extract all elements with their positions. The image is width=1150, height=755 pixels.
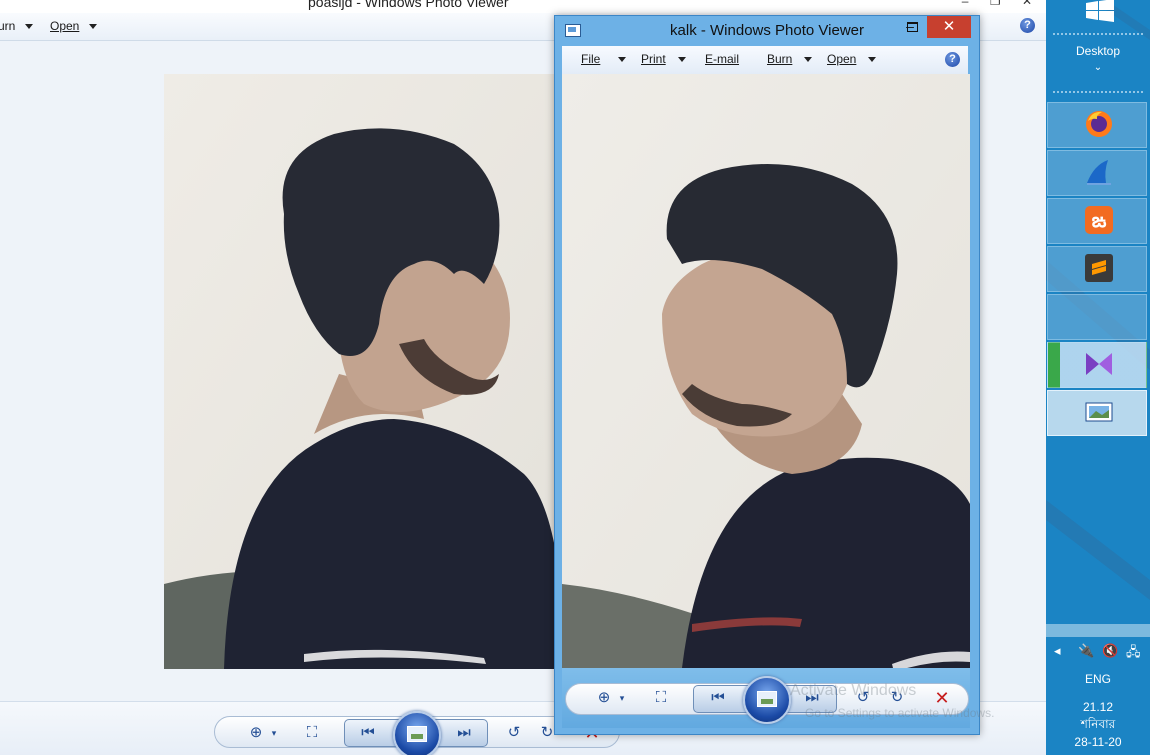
back-photo-image: [164, 74, 564, 669]
slideshow-icon: [407, 726, 427, 742]
back-minimize-button[interactable]: ‒: [962, 0, 969, 8]
chevron-down-icon: [677, 57, 686, 63]
menu-email[interactable]: E-mail: [705, 52, 739, 66]
back-menu-open[interactable]: Open: [50, 19, 98, 33]
slideshow-button[interactable]: [393, 711, 441, 755]
front-photo-image: [562, 74, 970, 668]
rotate-counterclockwise-icon[interactable]: ↺: [502, 723, 526, 743]
menu-file-label: File: [581, 52, 601, 66]
clock-date[interactable]: 28-11-20: [1046, 735, 1150, 749]
back-window-title: poasijd - Windows Photo Viewer: [308, 0, 509, 10]
slideshow-icon: [757, 691, 777, 707]
chevron-down-icon: [804, 57, 813, 63]
network-icon[interactable]: 🖧: [1126, 643, 1141, 665]
slideshow-button[interactable]: [743, 676, 791, 724]
maximize-button[interactable]: [907, 22, 918, 32]
svg-text:ఙ: ఙ: [1092, 208, 1107, 232]
front-menubar: File Print E-mail Burn Open ?: [562, 46, 968, 75]
clock-day[interactable]: শনিবার: [1046, 716, 1150, 736]
chevron-down-icon: [618, 57, 627, 63]
taskbar-sublime[interactable]: [1047, 246, 1147, 292]
back-maximize-button[interactable]: ❐: [990, 0, 1001, 8]
taskbar-grip: [1052, 90, 1144, 94]
clock-time[interactable]: 21.12: [1046, 700, 1150, 714]
back-window-controls[interactable]: ‒ ❐ ✕: [944, 0, 1032, 8]
close-button[interactable]: ✕: [927, 16, 971, 38]
tray-expand-icon[interactable]: ◂: [1054, 643, 1061, 659]
menu-print-label: Print: [641, 52, 666, 66]
back-photo: [164, 74, 564, 669]
power-icon[interactable]: 🔌: [1078, 643, 1094, 659]
taskbar-wireshark[interactable]: [1047, 150, 1147, 196]
menu-open[interactable]: Open: [827, 52, 877, 66]
taskbar-firefox[interactable]: [1047, 102, 1147, 148]
windows-start-icon[interactable]: [1086, 0, 1114, 22]
chevron-down-icon: [89, 24, 98, 30]
xampp-icon: ఙ: [1085, 206, 1113, 234]
tray-scrollbar[interactable]: [1046, 624, 1150, 637]
front-photo: [562, 74, 970, 668]
chevron-down-icon[interactable]: ▾: [262, 723, 286, 743]
taskbar-photo-viewer[interactable]: [1047, 390, 1147, 436]
back-window-titlebar[interactable]: poasijd - Windows Photo Viewer ‒ ❐ ✕: [0, 0, 1046, 12]
taskbar-grip: [1052, 32, 1144, 36]
previous-icon[interactable]: ⏮: [706, 688, 730, 708]
taskbar-media-player[interactable]: [1047, 342, 1147, 388]
menu-open-label: Open: [827, 52, 857, 66]
volume-muted-icon[interactable]: 🔇: [1102, 643, 1118, 659]
menu-burn[interactable]: Burn: [767, 52, 813, 66]
taskbar: Desktop ⌄ ఙ ◂ 🔌 🔇 🖧 ENG 21.12 শনিবার 28-…: [1046, 0, 1150, 755]
sublime-text-icon: [1085, 254, 1113, 282]
activation-watermark-subtitle: Go to Settings to activate Windows.: [805, 706, 995, 720]
activation-watermark-title: Activate Windows: [790, 682, 917, 699]
back-help-icon[interactable]: ?: [1020, 18, 1035, 33]
delete-icon[interactable]: ✕: [930, 688, 954, 708]
front-image-viewport[interactable]: [562, 74, 970, 668]
help-icon[interactable]: ?: [945, 52, 960, 67]
chevron-down-icon: [25, 24, 34, 30]
chevron-down-icon[interactable]: ⌄: [1046, 62, 1150, 73]
menu-email-label: E-mail: [705, 52, 740, 66]
taskbar-xampp[interactable]: ఙ: [1047, 198, 1147, 244]
menu-file[interactable]: File: [581, 52, 627, 66]
previous-icon[interactable]: ⏮: [356, 723, 380, 743]
taskbar-blank-tile[interactable]: [1047, 294, 1147, 340]
chevron-down-icon[interactable]: ▾: [610, 688, 634, 708]
next-icon[interactable]: ⏭: [452, 723, 476, 743]
back-menu-burn[interactable]: urn: [0, 19, 34, 33]
chevron-down-icon: [868, 57, 877, 63]
back-close-button[interactable]: ✕: [1022, 0, 1032, 8]
menu-print[interactable]: Print: [641, 52, 686, 66]
back-menu-open-label: Open: [50, 19, 80, 33]
photo-viewer-icon: [1085, 402, 1113, 422]
language-indicator[interactable]: ENG: [1046, 672, 1150, 686]
desktop-label[interactable]: Desktop: [1046, 44, 1150, 58]
actual-size-icon[interactable]: ⛶: [649, 688, 673, 708]
back-menu-burn-label: urn: [0, 19, 16, 33]
menu-burn-label: Burn: [767, 52, 793, 66]
media-player-icon: [1086, 353, 1112, 375]
firefox-icon: [1086, 111, 1112, 137]
wireshark-icon: [1087, 160, 1111, 185]
front-photo-viewer-window[interactable]: kalk - Windows Photo Viewer ‒ ✕ File Pri…: [554, 15, 980, 735]
actual-size-icon[interactable]: ⛶: [300, 723, 324, 743]
